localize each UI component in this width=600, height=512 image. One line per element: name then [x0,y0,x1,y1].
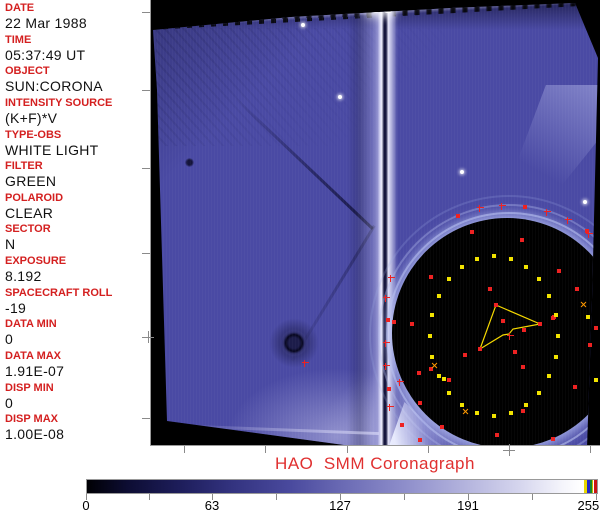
field-label: DATA MAX [5,350,62,363]
axis-tick [142,90,150,91]
axis-tick [142,418,150,419]
field-label: POLAROID [5,191,64,204]
sun-center-marker [142,331,154,343]
metadata-field: FILTER GREEN [0,160,150,192]
metadata-field: INTENSITY SOURCE (K+F)*V [0,97,150,129]
axis-tick [428,446,429,453]
dust-blob [281,330,307,356]
film-texture [156,28,446,146]
field-value: 8.192 [5,268,42,285]
dark-streak [291,224,376,362]
colorbar-stripe [594,480,597,493]
field-value: 0 [5,331,14,348]
occulting-disk [392,218,598,445]
intensity-colorbar [86,479,598,494]
field-value: 1.91E-07 [5,363,65,380]
bright-fan [389,402,451,445]
bright-bottom-edge [168,424,379,436]
field-label: DATE [5,2,35,14]
field-label: SECTOR [5,223,51,236]
colorbar-tick-label: 255 [577,498,600,512]
metadata-field: DATA MAX 1.91E-07 [0,350,150,382]
metadata-field: DISP MAX 1.00E-08 [0,413,150,445]
axis-tick [142,168,150,169]
film-top-edge [153,3,598,30]
field-label: EXPOSURE [5,255,67,268]
field-value: WHITE LIGHT [5,141,99,158]
colorbar-tick [149,494,150,500]
metadata-field: EXPOSURE 8.192 [0,255,150,287]
field-label: DATA MIN [5,318,57,331]
colorbar-tick-label: 0 [82,498,90,512]
colorbar-tick-label: 63 [204,498,220,512]
occulter-pylon [373,3,397,445]
field-value: 05:37:49 UT [5,46,86,63]
field-label: INTENSITY SOURCE [5,96,113,109]
field-label: FILTER [5,160,43,173]
pylon-glow [355,4,399,445]
colorbar-tick [532,494,533,500]
diffraction-ring [386,212,598,445]
field-label: DISP MIN [5,381,54,394]
field-value: 0 [5,394,14,411]
coronagraph-image-frame [150,0,600,446]
dark-speck [185,158,194,167]
axis-tick [184,446,185,453]
axis-tick [590,446,591,453]
diffraction-ring [378,204,598,445]
bright-spot [383,6,393,13]
metadata-field: DISP MIN 0 [0,382,150,414]
metadata-field: POLAROID CLEAR [0,192,150,224]
dust-halo [269,318,319,368]
colorbar-tick-label: 127 [329,498,351,512]
axis-tick [265,446,266,453]
colorbar-tick [276,494,277,500]
metadata-field: SECTOR N [0,223,150,255]
colorbar-tick [404,494,405,500]
dark-streak [234,97,374,230]
axis-tick [142,12,150,13]
metadata-sidebar: DATE 22 Mar 1988 TIME 05:37:49 UT OBJECT SUN:… [0,0,150,455]
field-value: -19 [5,299,27,316]
field-label: SPACECRAFT ROLL [5,286,113,299]
coronagraph-photo [153,3,598,445]
axis-tick [347,446,348,453]
field-value: SUN:CORONA [5,78,103,95]
field-label: TIME [5,33,32,46]
field-value: 22 Mar 1988 [5,15,87,31]
axis-tick [142,253,150,254]
field-value: (K+F)*V [5,109,58,126]
metadata-field: TIME 05:37:49 UT [0,34,150,66]
bright-spot [369,4,381,13]
colorbar-stripe [592,480,593,493]
field-label: TYPE-OBS [5,128,62,141]
dark-band [347,15,373,445]
field-value: N [5,236,16,253]
metadata-field: SPACECRAFT ROLL -19 [0,287,150,319]
field-value: CLEAR [5,204,54,221]
field-label: OBJECT [5,65,50,78]
field-label: DISP MAX [5,413,58,426]
scattered-light-fan [510,85,598,220]
field-value: 1.00E-08 [5,426,65,443]
metadata-field: OBJECT SUN:CORONA [0,65,150,97]
smm-coronagraph-viewer: DATE 22 Mar 1988 TIME 05:37:49 UT OBJECT SUN:… [0,0,600,512]
metadata-field: DATA MIN 0 [0,318,150,350]
diffraction-ring [369,195,598,445]
field-value: GREEN [5,173,57,190]
metadata-field: TYPE-OBS WHITE LIGHT [0,129,150,161]
metadata-field: DATE 22 Mar 1988 [0,2,150,34]
image-caption: HAO SMM Coronagraph [275,454,475,473]
colorbar-tick-label: 191 [457,498,479,512]
